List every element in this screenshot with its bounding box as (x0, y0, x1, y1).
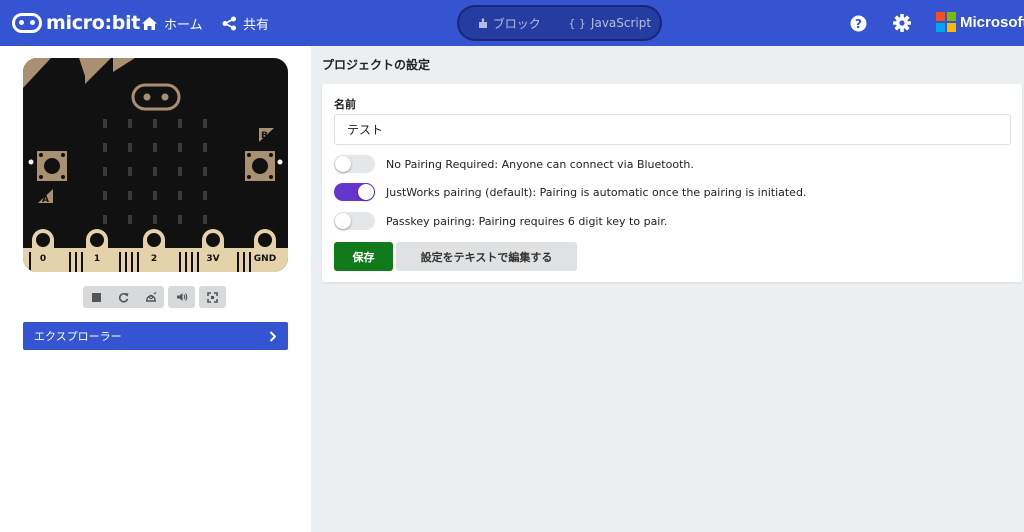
tab-javascript[interactable]: { } JavaScript (560, 7, 661, 39)
left-panel: A B 0 1 2 3V GND エクスプローラー (0, 46, 311, 532)
option-passkey: Passkey pairing: Pairing requires 6 digi… (334, 211, 667, 231)
microbit-logo[interactable]: micro:bit (12, 11, 140, 35)
tab-javascript-label: JavaScript (590, 16, 652, 30)
tab-blocks-label: ブロック (492, 16, 541, 31)
tab-blocks[interactable]: ブロック (459, 7, 560, 39)
microbit-simulator[interactable]: A B 0 1 2 3V GND (23, 58, 288, 272)
pin-gnd-label: GND (254, 254, 276, 264)
explorer-label: エクスプローラー (34, 330, 122, 343)
microsoft-logo[interactable]: Microsoft (936, 12, 1024, 32)
project-name-input[interactable] (334, 114, 1011, 145)
button-a-label: A (42, 195, 49, 205)
passkey-toggle[interactable] (334, 212, 375, 230)
microsoft-logo-icon (936, 12, 956, 32)
svg-text:?: ? (855, 17, 862, 31)
justworks-toggle[interactable] (334, 183, 375, 201)
pin-2[interactable]: 2 (143, 229, 165, 272)
microbit-logo-icon (12, 13, 42, 33)
no-pairing-label: No Pairing Required: Anyone can connect … (386, 157, 694, 171)
pin-0[interactable]: 0 (32, 229, 54, 272)
share-icon (222, 16, 236, 30)
name-label: 名前 (334, 98, 356, 111)
top-header: micro:bit ホーム 共有 ブロック { } JavaScript ? M… (0, 0, 1024, 46)
home-label: ホーム (164, 17, 203, 33)
pin-2-label: 2 (151, 254, 157, 264)
help-icon: ? (850, 15, 866, 31)
home-button[interactable]: ホーム (141, 12, 203, 34)
pin-3v[interactable]: 3V (202, 229, 224, 272)
save-button[interactable]: 保存 (334, 242, 393, 271)
justworks-label: JustWorks pairing (default): Pairing is … (386, 185, 807, 199)
option-no-pairing: No Pairing Required: Anyone can connect … (334, 154, 694, 174)
pin-1-label: 1 (94, 254, 100, 264)
gear-icon (893, 14, 911, 32)
pin-0-label: 0 (40, 254, 46, 264)
toggle-knob (335, 156, 351, 172)
puzzle-icon (478, 17, 487, 28)
pin-1[interactable]: 1 (86, 229, 108, 272)
help-button[interactable]: ? (848, 13, 868, 33)
home-icon (142, 16, 157, 30)
option-justworks: JustWorks pairing (default): Pairing is … (334, 182, 806, 202)
stop-button[interactable] (83, 286, 110, 308)
share-button[interactable]: 共有 (222, 12, 269, 34)
settings-card: 名前 No Pairing Required: Anyone can conne… (322, 84, 1022, 282)
editor-toggle: ブロック { } JavaScript (457, 5, 662, 41)
chevron-right-icon (269, 330, 276, 342)
passkey-label: Passkey pairing: Pairing requires 6 digi… (386, 214, 668, 228)
button-b-label: B (261, 131, 268, 141)
restart-button[interactable] (110, 286, 137, 308)
fullscreen-button[interactable] (199, 286, 226, 308)
braces-icon: { } (568, 16, 586, 30)
pin-3v-label: 3V (206, 254, 219, 264)
slow-motion-icon (145, 292, 156, 302)
simulator-toolbar (83, 286, 230, 308)
pin-gnd[interactable]: GND (254, 229, 276, 272)
explorer-button[interactable]: エクスプローラー (23, 322, 288, 350)
volume-button[interactable] (168, 286, 195, 308)
fullscreen-icon (207, 291, 218, 303)
volume-icon (176, 293, 187, 301)
simulator-controls (83, 286, 164, 308)
share-label: 共有 (243, 17, 270, 33)
toggle-knob (358, 184, 374, 200)
toggle-knob (335, 213, 351, 229)
edit-settings-as-text-button[interactable]: 設定をテキストで編集する (396, 242, 577, 271)
settings-button[interactable] (892, 13, 912, 33)
page-title: プロジェクトの設定 (322, 58, 431, 72)
restart-icon (118, 292, 129, 303)
logo-text: micro:bit (46, 12, 141, 34)
settings-actions: 保存 設定をテキストで編集する (334, 242, 577, 271)
slow-motion-button[interactable] (137, 286, 164, 308)
no-pairing-toggle[interactable] (334, 155, 375, 173)
stop-icon (92, 292, 101, 302)
microsoft-label: Microsoft (960, 13, 1024, 31)
